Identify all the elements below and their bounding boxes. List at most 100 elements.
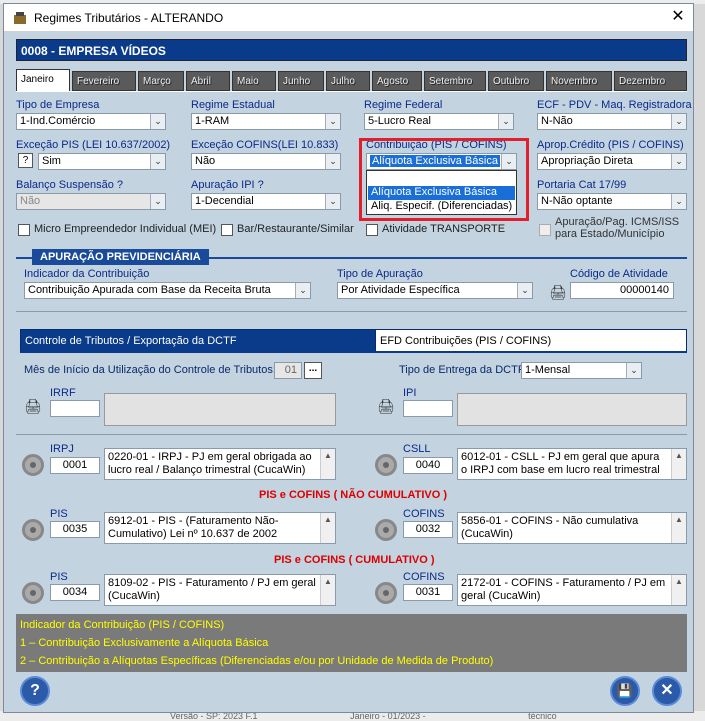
indicador-value: Contribuição Apurada com Base da Receita… [28, 284, 271, 296]
transporte-label: Atividade TRANSPORTE [382, 223, 506, 235]
title-bar: Regimes Tributários - ALTERANDO ✕ [4, 4, 693, 32]
c-cofins-code-input[interactable]: 0031 [403, 584, 453, 601]
codigo-atividade-label: Código de Atividade [570, 268, 668, 280]
tipo-apuracao-select[interactable]: Por Atividade Específica ⌄ [337, 282, 533, 299]
ecf-select[interactable]: N-Não ⌄ [537, 113, 687, 130]
ctrl-tab-line [20, 351, 687, 353]
tab-setembro[interactable]: Setembro [424, 71, 486, 91]
balanco-select[interactable]: Não ⌄ [16, 193, 166, 210]
icms-checkbox[interactable] [539, 224, 551, 236]
printer-icon[interactable]: 🖨 [377, 398, 397, 414]
help-icon[interactable]: ? [18, 153, 33, 168]
apuracao-ipi-select[interactable]: 1-Decendial ⌄ [191, 193, 341, 210]
bar-checkbox[interactable] [221, 224, 233, 236]
tipo-empresa-select[interactable]: 1-Ind.Comércio ⌄ [16, 113, 166, 130]
scrollbar[interactable]: ▲▼ [320, 513, 335, 543]
gear-icon[interactable] [375, 454, 397, 476]
aprop-credito-select[interactable]: Apropriação Direta ⌄ [537, 153, 687, 170]
tab-fevereiro[interactable]: Fevereiro [72, 71, 136, 91]
apuracao-ipi-label: Apuração IPI ? [191, 179, 264, 191]
ipi-description [457, 393, 687, 426]
mes-inicio-button[interactable]: ... [304, 362, 322, 379]
tab-novembro[interactable]: Novembro [546, 71, 612, 91]
codigo-atividade-input[interactable]: 00000140 [570, 282, 674, 299]
exit-button[interactable]: ✕ [652, 676, 682, 706]
printer-icon[interactable]: 🖨 [549, 284, 569, 300]
mes-inicio-label: Mês de Início da Utilização do Controle … [24, 364, 276, 376]
aprop-credito-label: Aprop.Crédito (PIS / COFINS) [537, 139, 684, 151]
regime-estadual-label: Regime Estadual [191, 99, 275, 111]
tab-efd-contribuicoes[interactable]: EFD Contribuições (PIS / COFINS) [376, 329, 687, 352]
c-cofins-label: COFINS [403, 571, 445, 583]
transporte-checkbox[interactable] [366, 224, 378, 236]
irrf-description [104, 393, 336, 426]
tab-maio[interactable]: Maio [232, 71, 276, 91]
scrollbar[interactable]: ▲▼ [671, 513, 686, 543]
tipo-entrega-select[interactable]: 1-Mensal ⌄ [521, 362, 642, 379]
irpj-code-input[interactable]: 0001 [50, 457, 100, 474]
tab-janeiro[interactable]: Janeiro [16, 69, 70, 91]
gear-icon[interactable] [375, 519, 397, 541]
tab-junho[interactable]: Junho [278, 71, 324, 91]
scrollbar[interactable]: ▲▼ [320, 575, 335, 605]
chevron-down-icon: ⌄ [325, 194, 340, 209]
nc-cofins-description: 5856-01 - COFINS - Não cumulativa (CucaW… [457, 512, 687, 544]
tab-divider [16, 91, 687, 92]
nc-cofins-description-text: 5856-01 - COFINS - Não cumulativa (CucaW… [461, 515, 639, 540]
nc-cofins-code-input[interactable]: 0032 [403, 521, 453, 538]
printer-icon[interactable]: 🖨 [24, 398, 44, 414]
tab-outubro[interactable]: Outubro [488, 71, 544, 91]
regime-federal-select[interactable]: 5-Lucro Real ⌄ [364, 113, 514, 130]
excecao-cofins-label: Exceção COFINS(LEI 10.833) [191, 139, 339, 151]
c-pis-code-input[interactable]: 0034 [50, 584, 100, 601]
gear-icon[interactable] [22, 519, 44, 541]
tab-abril[interactable]: Abril [186, 71, 230, 91]
irpj-description: 0220-01 - IRPJ - PJ em geral obrigada ao… [104, 448, 336, 480]
gear-icon[interactable] [22, 582, 44, 604]
scrollbar[interactable]: ▲▼ [671, 575, 686, 605]
portaria-value: N-Não optante [541, 195, 613, 207]
gear-icon[interactable] [22, 454, 44, 476]
ecf-label: ECF - PDV - Maq. Registradora [537, 99, 692, 111]
divider [16, 434, 687, 435]
regime-estadual-select[interactable]: 1-RAM ⌄ [191, 113, 341, 130]
mei-label: Micro Empreendedor Individual (MEI) [34, 223, 217, 235]
chevron-down-icon: ⌄ [325, 114, 340, 129]
mes-inicio-input[interactable]: 01 [274, 362, 302, 379]
tab-marco[interactable]: Março [138, 71, 184, 91]
excecao-cofins-select[interactable]: Não ⌄ [191, 153, 341, 170]
app-icon [14, 12, 26, 24]
info-line-2: 2 – Contribuição a Alíquotas Específicas… [20, 655, 494, 667]
scrollbar[interactable]: ▲▼ [320, 449, 335, 479]
tipo-entrega-value: 1-Mensal [525, 364, 571, 376]
chevron-down-icon: ⌄ [498, 114, 513, 129]
regime-federal-value: 5-Lucro Real [368, 115, 431, 127]
chevron-down-icon: ⌄ [517, 283, 532, 298]
info-panel: Indicador da Contribuição (PIS / COFINS)… [16, 614, 687, 672]
cumulativo-title: PIS e COFINS ( CUMULATIVO ) [274, 554, 435, 566]
scrollbar[interactable]: ▲▼ [671, 449, 686, 479]
nao-cumulativo-title: PIS e COFINS ( NÃO CUMULATIVO ) [259, 489, 448, 501]
tab-dezembro[interactable]: Dezembro [614, 71, 687, 91]
irrf-input[interactable] [50, 400, 100, 417]
nc-pis-code-input[interactable]: 0035 [50, 521, 100, 538]
gear-icon[interactable] [375, 582, 397, 604]
help-button[interactable]: ? [20, 676, 50, 706]
excecao-pis-select[interactable]: Sim ⌄ [38, 153, 166, 170]
mei-checkbox[interactable] [18, 224, 30, 236]
nc-pis-description-text: 6912-01 - PIS - (Faturamento Não-Cumulat… [108, 515, 279, 540]
tab-julho[interactable]: Julho [326, 71, 370, 91]
tab-agosto[interactable]: Agosto [372, 71, 422, 91]
save-button[interactable]: 💾 [610, 676, 640, 706]
tipo-apuracao-value: Por Atividade Específica [341, 284, 460, 296]
divider [16, 311, 687, 312]
month-tabs: Janeiro Fevereiro Março Abril Maio Junho… [16, 69, 687, 91]
close-icon[interactable]: ✕ [669, 8, 687, 26]
ipi-input[interactable] [403, 400, 453, 417]
ipi-label: IPI [403, 387, 417, 399]
indicador-select[interactable]: Contribuição Apurada com Base da Receita… [24, 282, 311, 299]
csll-code-input[interactable]: 0040 [403, 457, 453, 474]
regime-estadual-value: 1-RAM [195, 115, 230, 127]
tab-controle-tributos[interactable]: Controle de Tributos / Exportação da DCT… [20, 329, 376, 352]
portaria-select[interactable]: N-Não optante ⌄ [537, 193, 687, 210]
